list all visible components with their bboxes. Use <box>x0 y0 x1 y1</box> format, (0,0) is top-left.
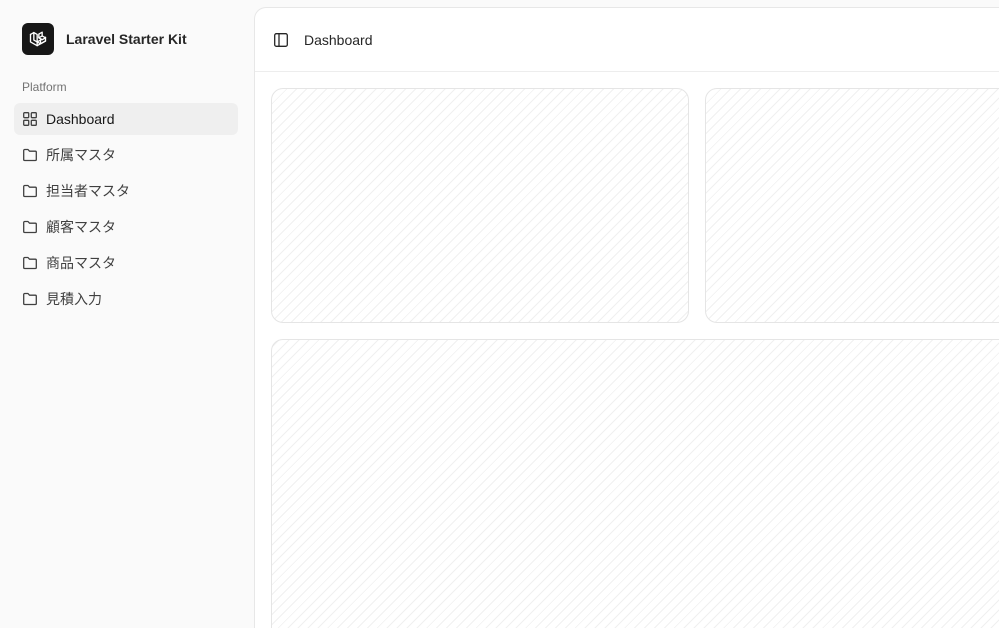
sidebar-nav: Dashboard 所属マスタ 担当者マスタ 顧客マスタ 商品マスタ 見積入力 <box>14 103 238 319</box>
laravel-logo-icon <box>22 23 54 55</box>
folder-icon <box>22 183 38 199</box>
app-shell: Laravel Starter Kit Platform Dashboard 所… <box>0 0 999 628</box>
folder-icon <box>22 147 38 163</box>
sidebar-item-staff-master[interactable]: 担当者マスタ <box>14 175 238 207</box>
app-name: Laravel Starter Kit <box>66 31 187 47</box>
sidebar-item-label: 商品マスタ <box>46 255 116 271</box>
folder-icon <box>22 219 38 235</box>
grid-icon <box>22 111 38 127</box>
top-bar: Dashboard <box>255 8 999 72</box>
sidebar-item-label: 顧客マスタ <box>46 219 116 235</box>
sidebar-item-affiliation-master[interactable]: 所属マスタ <box>14 139 238 171</box>
sidebar-item-product-master[interactable]: 商品マスタ <box>14 247 238 279</box>
folder-icon <box>22 255 38 271</box>
sidebar-item-label: Dashboard <box>46 111 115 127</box>
sidebar-item-label: 見積入力 <box>46 291 102 307</box>
sidebar-toggle-button[interactable] <box>273 32 289 48</box>
sidebar-item-label: 担当者マスタ <box>46 183 130 199</box>
placeholder-card <box>271 88 689 323</box>
nav-group-label: Platform <box>22 80 67 94</box>
placeholder-panel <box>271 339 999 628</box>
placeholder-card <box>705 88 999 323</box>
breadcrumb[interactable]: Dashboard <box>304 32 373 48</box>
panel-left-icon <box>274 32 288 47</box>
sidebar-item-label: 所属マスタ <box>46 147 116 163</box>
folder-icon <box>22 291 38 307</box>
sidebar-item-quote-entry[interactable]: 見積入力 <box>14 283 238 315</box>
sidebar: Laravel Starter Kit Platform Dashboard 所… <box>0 0 254 628</box>
main-content: Dashboard <box>254 7 999 628</box>
sidebar-item-customer-master[interactable]: 顧客マスタ <box>14 211 238 243</box>
brand[interactable]: Laravel Starter Kit <box>22 23 187 55</box>
sidebar-item-dashboard[interactable]: Dashboard <box>14 103 238 135</box>
